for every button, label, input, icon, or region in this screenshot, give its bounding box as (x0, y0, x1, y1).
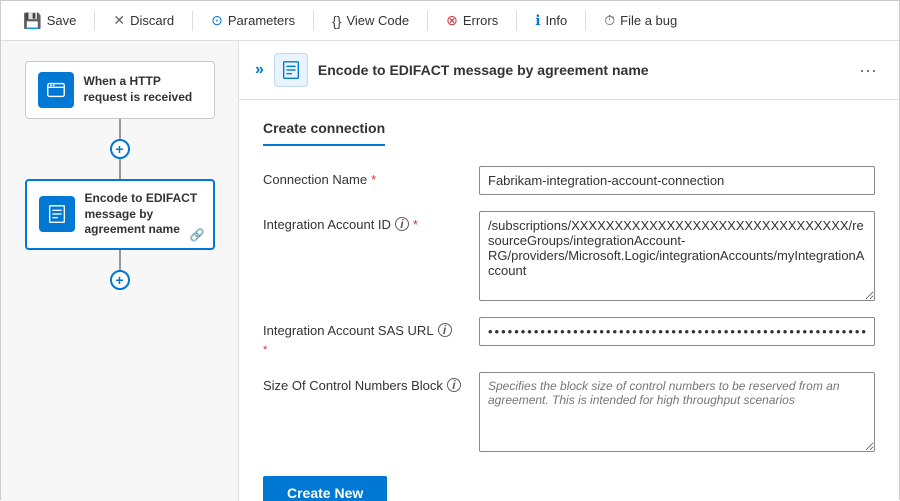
errors-icon: ⊗ (446, 12, 458, 29)
integration-account-sas-label-container: Integration Account SAS URL i * (263, 317, 463, 356)
size-control-input[interactable] (479, 372, 875, 452)
connection-name-label-container: Connection Name * (263, 166, 463, 187)
http-request-label: When a HTTP request is received (84, 74, 202, 105)
discard-label: Discard (130, 13, 174, 28)
filebug-label: File a bug (620, 13, 677, 28)
integration-account-sas-row: Integration Account SAS URL i * (263, 317, 875, 356)
discard-icon: ✕ (113, 12, 125, 29)
step-http-request[interactable]: When a HTTP request is received (25, 61, 215, 119)
discard-button[interactable]: ✕ Discard (103, 8, 184, 33)
errors-label: Errors (463, 13, 498, 28)
connection-name-input[interactable] (479, 166, 875, 195)
http-request-icon (45, 79, 67, 101)
step-edifact[interactable]: Encode to EDIFACT message by agreement n… (25, 179, 215, 250)
integration-account-id-input[interactable]: /subscriptions/XXXXXXXXXXXXXXXXXXXXXXXXX… (479, 211, 875, 301)
create-connection-section: Create connection Connection Name * Inte… (239, 100, 899, 501)
edifact-icon (46, 203, 68, 225)
errors-button[interactable]: ⊗ Errors (436, 8, 508, 33)
info-label: Info (546, 13, 568, 28)
save-button[interactable]: 💾 Save (13, 8, 86, 34)
step-header-title: Encode to EDIFACT message by agreement n… (318, 62, 843, 78)
connection-name-label: Connection Name (263, 172, 367, 187)
form-panel: » Encode to EDIFACT message by agreement… (239, 41, 899, 501)
toolbar-separator-1 (94, 11, 95, 31)
main-area: When a HTTP request is received + Encode… (1, 41, 899, 501)
link-icon: 🔗 (190, 228, 205, 242)
parameters-label: Parameters (228, 13, 295, 28)
integration-account-sas-input[interactable] (479, 317, 875, 346)
toolbar: 💾 Save ✕ Discard ⊙ Parameters {} View Co… (1, 1, 899, 41)
filebug-button[interactable]: ⏱ File a bug (594, 8, 687, 33)
toolbar-separator-3 (313, 11, 314, 31)
workflow-canvas: When a HTTP request is received + Encode… (1, 41, 239, 501)
add-step-btn-1[interactable]: + (110, 139, 130, 159)
integration-account-sas-required-marker: * (263, 344, 463, 356)
edifact-label: Encode to EDIFACT message by agreement n… (85, 191, 201, 238)
integration-account-id-label: Integration Account ID (263, 217, 391, 232)
create-new-button[interactable]: Create New (263, 476, 387, 501)
integration-account-id-required: * (413, 217, 418, 232)
expand-arrows-icon: » (255, 61, 264, 79)
http-request-icon-box (38, 72, 74, 108)
toolbar-separator-2 (192, 11, 193, 31)
size-control-row: Size Of Control Numbers Block i (263, 372, 875, 452)
integration-account-id-row: Integration Account ID i * /subscription… (263, 211, 875, 301)
connector-3 (119, 250, 121, 270)
connection-name-row: Connection Name * (263, 166, 875, 195)
viewcode-icon: {} (332, 13, 341, 29)
toolbar-separator-4 (427, 11, 428, 31)
step-header-edifact-icon (280, 59, 302, 81)
integration-account-id-label-container: Integration Account ID i * (263, 211, 463, 232)
add-step-btn-2[interactable]: + (110, 270, 130, 290)
viewcode-button[interactable]: {} View Code (322, 9, 419, 33)
create-btn-row: Create New (263, 468, 875, 501)
create-connection-title: Create connection (263, 120, 385, 146)
filebug-icon: ⏱ (604, 12, 615, 29)
integration-account-sas-info-icon[interactable]: i (438, 323, 452, 337)
parameters-button[interactable]: ⊙ Parameters (201, 8, 305, 33)
size-control-info-icon[interactable]: i (447, 378, 461, 392)
integration-account-id-info-icon[interactable]: i (395, 217, 409, 231)
toolbar-separator-5 (516, 11, 517, 31)
toolbar-separator-6 (585, 11, 586, 31)
info-icon: ℹ (535, 12, 540, 29)
viewcode-label: View Code (346, 13, 409, 28)
connector-1 (119, 119, 121, 139)
parameters-icon: ⊙ (211, 12, 223, 29)
info-button[interactable]: ℹ Info (525, 8, 577, 33)
connector-2 (119, 159, 121, 179)
connection-name-required: * (371, 172, 376, 187)
more-options-icon[interactable]: ··· (853, 60, 883, 81)
integration-account-sas-label: Integration Account SAS URL (263, 323, 434, 338)
size-control-label-container: Size Of Control Numbers Block i (263, 372, 463, 393)
step-header-icon-box (274, 53, 308, 87)
step-header: » Encode to EDIFACT message by agreement… (239, 41, 899, 100)
edifact-icon-box (39, 196, 75, 232)
save-label: Save (47, 13, 77, 28)
save-icon: 💾 (23, 12, 42, 30)
size-control-label: Size Of Control Numbers Block (263, 378, 443, 393)
